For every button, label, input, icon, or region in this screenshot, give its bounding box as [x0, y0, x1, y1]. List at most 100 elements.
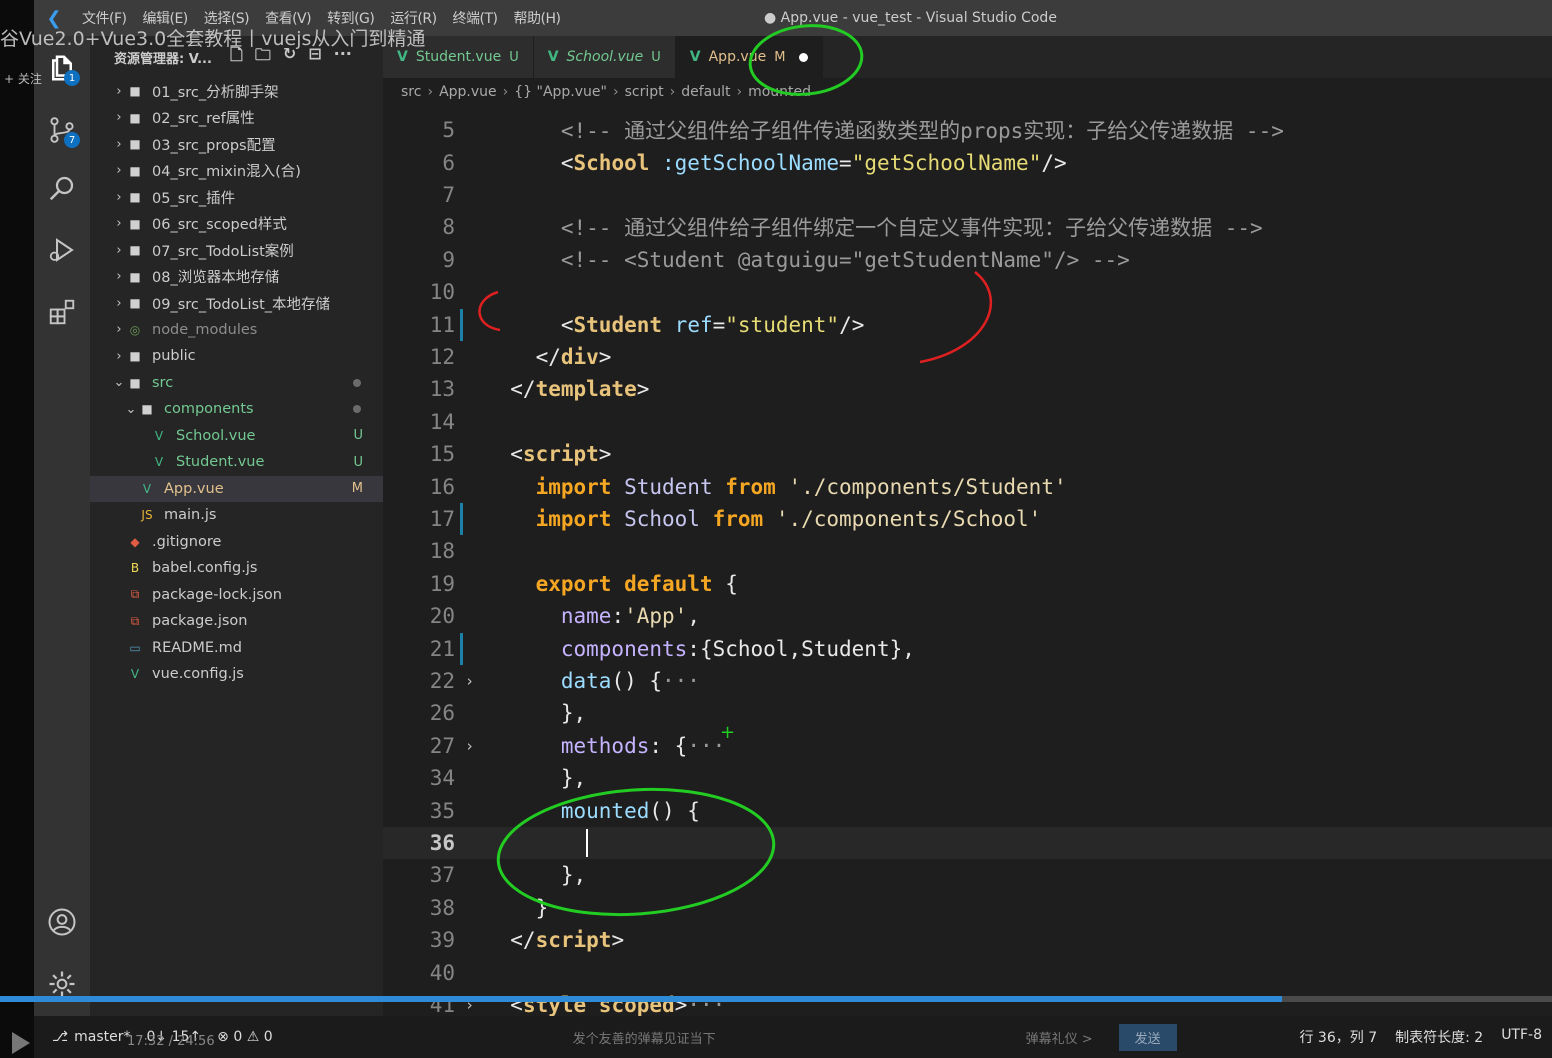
video-progress-bar[interactable]: [0, 996, 1552, 1002]
breadcrumb-item[interactable]: mounted: [748, 84, 811, 100]
code-line[interactable]: 41 › <style scoped>···: [383, 989, 1552, 1016]
search-icon[interactable]: [34, 164, 90, 212]
code-line[interactable]: 19 export default {: [383, 568, 1552, 600]
source-control-icon[interactable]: 7: [34, 106, 90, 154]
files-icon[interactable]: 1: [34, 44, 90, 92]
send-button[interactable]: 发送: [1118, 1023, 1177, 1051]
code-line[interactable]: 11 <Student ref="student"/>: [383, 308, 1552, 341]
tree-item[interactable]: ⌄ ■ src: [90, 370, 383, 397]
code-line[interactable]: 6 <School :getSchoolName="getSchoolName"…: [383, 146, 1552, 178]
tree-item-label: package.json: [152, 613, 248, 630]
folder-icon: ■: [129, 137, 141, 152]
run-debug-icon[interactable]: [34, 226, 90, 274]
tree-item[interactable]: › ■ 01_src_分析脚手架: [90, 78, 383, 105]
breadcrumb-item[interactable]: {} "App.vue": [514, 84, 607, 100]
tab-label: Student.vue: [415, 49, 502, 65]
editor-tab[interactable]: V App.vue M: [675, 36, 824, 78]
breadcrumb-item[interactable]: App.vue: [439, 84, 497, 100]
tree-item[interactable]: Vvue.config.js: [90, 661, 383, 688]
follow-button[interactable]: + 关注: [4, 70, 42, 87]
code-content: mounted() {: [485, 799, 700, 823]
tree-item[interactable]: Bbabel.config.js: [90, 555, 383, 582]
breadcrumb-item[interactable]: default: [681, 84, 730, 100]
tree-item[interactable]: V Student.vue U: [90, 449, 383, 476]
code-token: import: [485, 474, 612, 499]
code-line[interactable]: 36: [383, 826, 1552, 860]
code-line[interactable]: 16 import Student from './components/Stu…: [383, 470, 1552, 502]
danmaku-etiquette-link[interactable]: 弹幕礼仪 >: [1026, 1028, 1093, 1047]
tree-item[interactable]: › ■ 02_src_ref属性: [90, 105, 383, 132]
code-line[interactable]: 13 </template>: [383, 373, 1552, 405]
code-line[interactable]: 34 },: [383, 762, 1552, 794]
fold-chevron-icon[interactable]: ›: [465, 672, 474, 690]
indent-setting[interactable]: 制表符长度: 2: [1395, 1027, 1483, 1047]
git-status-badge: M: [351, 481, 363, 497]
tree-item[interactable]: V App.vue M: [90, 475, 383, 502]
code-content: data() {···: [485, 669, 700, 693]
menu-item[interactable]: 终端(T): [445, 8, 506, 28]
code-line[interactable]: 21 components:{School,Student},: [383, 632, 1552, 665]
play-icon[interactable]: [12, 1032, 30, 1054]
code-line[interactable]: 10: [383, 276, 1552, 308]
code-line[interactable]: 27 › methods: {···: [383, 730, 1552, 762]
code-line[interactable]: 7: [383, 179, 1552, 211]
code-line[interactable]: 18: [383, 535, 1552, 567]
tree-item[interactable]: ⧉ package-lock.json: [90, 582, 383, 609]
tree-item[interactable]: ⌄ ■ components: [90, 396, 383, 423]
cursor-position[interactable]: 行 36，列 7: [1299, 1027, 1377, 1047]
tab-status-badge: M: [774, 49, 786, 65]
tree-item-label: App.vue: [164, 480, 224, 497]
breadcrumb-item[interactable]: script: [625, 84, 664, 100]
code-line[interactable]: 22 › data() {···: [383, 665, 1552, 697]
tree-item[interactable]: › ■ 06_src_scoped样式: [90, 211, 383, 238]
code-token: <: [485, 150, 574, 175]
git-branch[interactable]: master*: [74, 1029, 130, 1045]
code-token: <!-- 通过父组件给子组件绑定一个自定义事件实现：子给父传递数据 -->: [485, 216, 1263, 241]
fold-chevron-icon[interactable]: ›: [465, 737, 474, 755]
code-line[interactable]: 9 <!-- <Student @atguigu="getStudentName…: [383, 244, 1552, 276]
breadcrumb-item[interactable]: src: [401, 84, 421, 100]
danmaku-input[interactable]: 发个友善的弹幕见证当下: [573, 1028, 716, 1047]
tree-item[interactable]: › ◎ node_modules: [90, 317, 383, 344]
line-number: 40: [429, 960, 455, 985]
tree-item[interactable]: V School.vue U: [90, 423, 383, 450]
code-token: <!-- 通过父组件给子组件传递函数类型的props实现：子给父传递数据 -->: [485, 119, 1284, 144]
breadcrumb-separator-icon: ›: [736, 84, 743, 100]
tree-item[interactable]: › ■ 05_src_插件: [90, 184, 383, 211]
code-editor[interactable]: 5 <!-- 通过父组件给子组件传递函数类型的props实现：子给父传递数据 -…: [383, 106, 1552, 1016]
menu-item[interactable]: 帮助(H): [506, 8, 569, 28]
tree-item[interactable]: › ■ public: [90, 343, 383, 370]
code-token: from: [712, 506, 764, 531]
code-line[interactable]: 5 <!-- 通过父组件给子组件传递函数类型的props实现：子给父传递数据 -…: [383, 114, 1552, 146]
code-line[interactable]: 20 name:'App',: [383, 600, 1552, 632]
code-line[interactable]: 40: [383, 956, 1552, 988]
extensions-icon[interactable]: [34, 288, 90, 336]
editor-tab[interactable]: V School.vue U: [533, 36, 676, 78]
code-line[interactable]: 35 mounted() {: [383, 794, 1552, 826]
tree-item[interactable]: ⧉ package.json: [90, 608, 383, 635]
tree-item[interactable]: › ■ 08_浏览器本地存储: [90, 264, 383, 291]
code-line[interactable]: 17 import School from './components/Scho…: [383, 502, 1552, 535]
tree-item[interactable]: › ■ 03_src_props配置: [90, 131, 383, 158]
tree-item[interactable]: › ■ 09_src_TodoList_本地存储: [90, 290, 383, 317]
code-line[interactable]: 39 </script>: [383, 924, 1552, 956]
account-icon[interactable]: [34, 898, 90, 946]
line-number: 5: [442, 118, 455, 143]
tree-item[interactable]: ▭ README.md: [90, 635, 383, 662]
code-line[interactable]: 37 },: [383, 859, 1552, 891]
tree-item[interactable]: › ■ 04_src_mixin混入(合): [90, 158, 383, 185]
problems-status[interactable]: ⊗ 0 ⚠ 0: [217, 1029, 272, 1045]
tree-item[interactable]: › ■ 07_src_TodoList案例: [90, 237, 383, 264]
code-line[interactable]: 15 <script>: [383, 438, 1552, 470]
code-line[interactable]: 38 }: [383, 892, 1552, 924]
code-line[interactable]: 8 <!-- 通过父组件给子组件绑定一个自定义事件实现：子给父传递数据 -->: [383, 211, 1552, 243]
code-line[interactable]: 14: [383, 406, 1552, 438]
encoding[interactable]: UTF-8: [1501, 1027, 1542, 1047]
folder-icon: ■: [129, 216, 141, 231]
code-token: export default: [485, 571, 713, 596]
tree-item[interactable]: ◆ .gitignore: [90, 529, 383, 556]
code-line[interactable]: 12 </div>: [383, 341, 1552, 373]
code-line[interactable]: 26 },: [383, 697, 1552, 729]
unsaved-dot-icon[interactable]: [799, 52, 809, 62]
tree-item[interactable]: JS main.js: [90, 502, 383, 529]
